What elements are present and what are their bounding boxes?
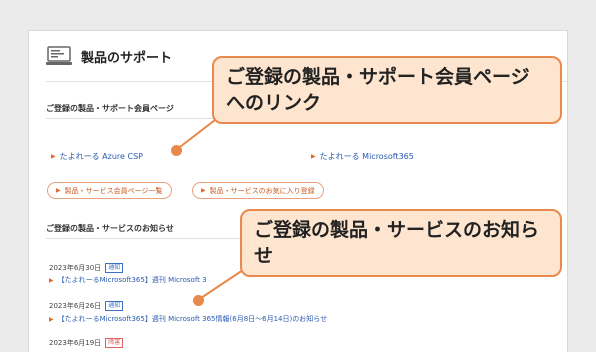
callout-pointer-dot	[171, 145, 182, 156]
callout-member-pages: ご登録の製品・サポート会員ページへのリンク	[212, 56, 562, 124]
callout-news: ご登録の製品・サービスのお知らせ	[240, 209, 562, 277]
callout-leader-lines	[175, 119, 244, 301]
callout-pointer-dot	[193, 295, 204, 306]
